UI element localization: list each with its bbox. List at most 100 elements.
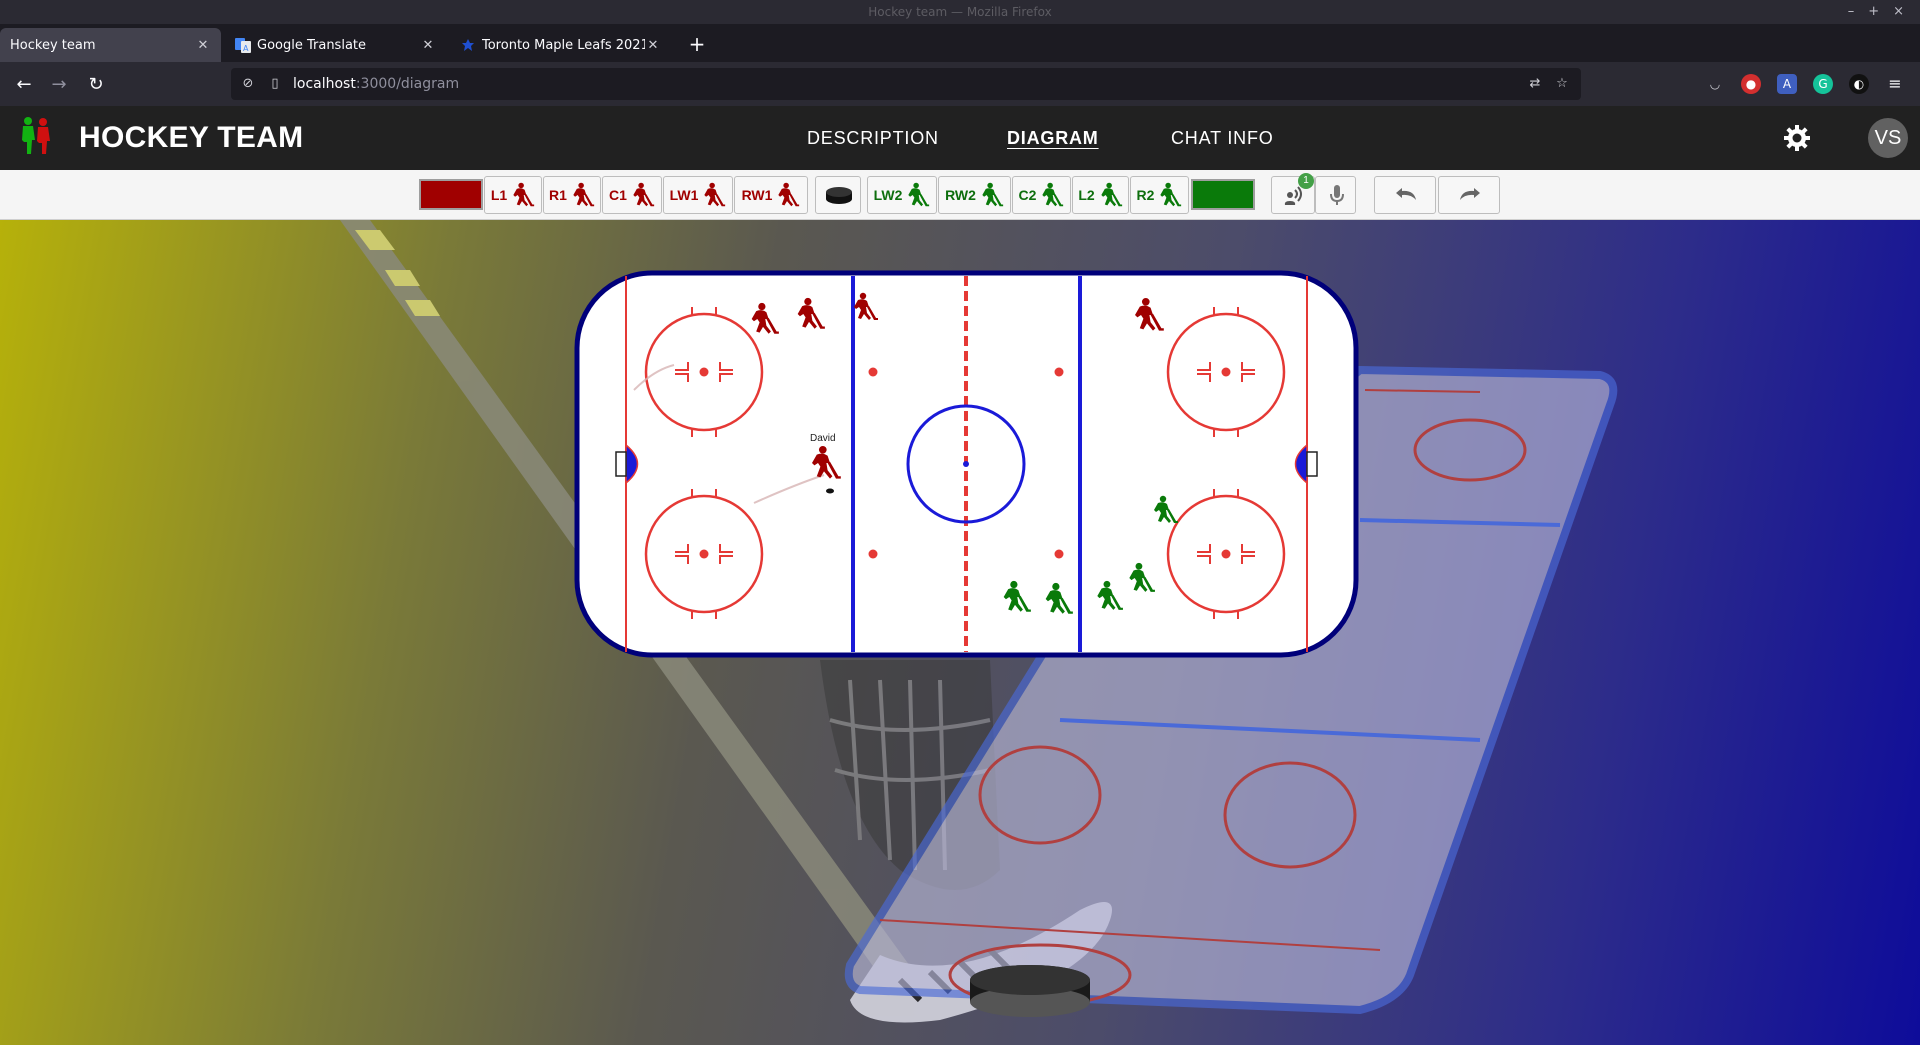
forward-arrow-icon[interactable]: →	[47, 73, 71, 97]
reload-icon[interactable]: ↻	[84, 73, 108, 97]
red-team-color-swatch[interactable]	[419, 179, 483, 210]
translate-extension-icon[interactable]: A	[1777, 74, 1797, 94]
undo-icon	[1396, 188, 1416, 200]
tab-label: Toronto Maple Leafs 2021 F	[482, 37, 645, 53]
player-label: LW2	[873, 187, 903, 203]
google-translate-icon: A	[235, 37, 251, 53]
tab-hockey-team[interactable]: Hockey team ✕	[0, 28, 221, 62]
microphone-icon	[1329, 185, 1344, 205]
green-skater-icon	[978, 182, 1004, 208]
tab-label: Google Translate	[257, 37, 367, 53]
close-icon[interactable]: ✕	[195, 38, 211, 53]
url-host: localhost	[293, 76, 356, 92]
app-title: HOCKEY TEAM	[79, 121, 304, 154]
add-player-c2-button[interactable]: C2	[1012, 176, 1071, 214]
add-player-c1-button[interactable]: C1	[602, 176, 662, 214]
translate-page-icon[interactable]: ⇄	[1527, 76, 1543, 92]
goal-net-left	[615, 451, 627, 477]
app-menu-icon[interactable]: ≡	[1885, 74, 1905, 94]
add-player-lw2-button[interactable]: LW2	[867, 176, 937, 214]
green-skater-icon	[1156, 182, 1182, 208]
url-path: :3000/diagram	[355, 76, 460, 92]
redo-button[interactable]	[1438, 176, 1500, 214]
extension-dark-icon[interactable]: ◐	[1849, 74, 1869, 94]
player-label: L1	[490, 187, 508, 203]
player-label: C2	[1018, 187, 1037, 203]
red-skater-icon	[629, 182, 655, 208]
add-player-l2-button[interactable]: L2	[1072, 176, 1129, 214]
hockey-team-logo	[22, 117, 50, 154]
player-label: L2	[1078, 187, 1095, 203]
menu-chat-info[interactable]: CHAT INFO	[1171, 106, 1274, 170]
add-player-r1-button[interactable]: R1	[543, 176, 601, 214]
player-label: C1	[609, 187, 627, 203]
back-arrow-icon[interactable]: ←	[12, 73, 36, 97]
goal-net-right	[1306, 451, 1318, 477]
page-info-icon[interactable]: ▯	[267, 76, 283, 92]
add-puck-button[interactable]	[815, 176, 861, 214]
green-skater-icon	[904, 182, 930, 208]
diagram-toolbar: L1 R1 C1 LW1 RW1 LW2 RW2 C2 L2 R2 1	[0, 170, 1920, 220]
close-window-button[interactable]: ×	[1893, 0, 1904, 24]
center-faceoff-dot	[963, 461, 969, 467]
neutral-faceoff-dot	[868, 549, 878, 559]
player-label: RW1	[741, 187, 773, 203]
tracking-protection-icon[interactable]: ⊘	[240, 76, 256, 92]
add-player-lw1-button[interactable]: LW1	[663, 176, 733, 214]
diagram-content: David	[0, 220, 1920, 1045]
add-player-rw2-button[interactable]: RW2	[938, 176, 1011, 214]
url-bar[interactable]: ⊘ ▯ localhost:3000/diagram ⇄ ☆	[231, 68, 1581, 100]
neutral-faceoff-dot	[1054, 549, 1064, 559]
redo-icon	[1460, 188, 1480, 200]
settings-gear-icon[interactable]	[1781, 122, 1813, 154]
user-avatar[interactable]: VS	[1868, 118, 1908, 158]
add-player-rw1-button[interactable]: RW1	[734, 176, 808, 214]
puck-token[interactable]	[826, 488, 834, 494]
menu-description[interactable]: DESCRIPTION	[807, 106, 939, 170]
tab-google-translate[interactable]: A Google Translate ✕	[225, 28, 446, 62]
new-tab-button[interactable]: +	[685, 32, 709, 56]
bookmark-star-icon[interactable]: ☆	[1554, 76, 1570, 92]
window-title: Hockey team — Mozilla Firefox	[868, 5, 1052, 19]
player-name-label: David	[810, 433, 836, 444]
voice-chat-button[interactable]: 1	[1271, 173, 1315, 214]
pocket-icon[interactable]: ◡	[1705, 74, 1725, 94]
red-skater-icon	[774, 182, 800, 208]
hockey-rink-diagram[interactable]: David	[574, 270, 1359, 658]
close-icon[interactable]: ✕	[420, 38, 436, 53]
puck-icon	[826, 187, 852, 204]
red-skater-icon	[509, 182, 535, 208]
green-skater-icon	[1097, 182, 1123, 208]
undo-button[interactable]	[1374, 176, 1436, 214]
player-label: R2	[1136, 187, 1155, 203]
player-label: R1	[549, 187, 567, 203]
close-icon[interactable]: ✕	[645, 38, 661, 53]
neutral-faceoff-dot	[868, 367, 878, 377]
tab-toronto-maple-leafs[interactable]: Toronto Maple Leafs 2021 F ✕	[450, 28, 671, 62]
os-titlebar: Hockey team — Mozilla Firefox – + ×	[0, 0, 1920, 24]
grammarly-icon[interactable]: G	[1813, 74, 1833, 94]
green-skater-icon	[1038, 182, 1064, 208]
microphone-button[interactable]	[1315, 176, 1356, 214]
svg-text:A: A	[243, 44, 249, 53]
app-header: HOCKEY TEAM DESCRIPTION DIAGRAM CHAT INF…	[0, 106, 1920, 170]
maple-leafs-icon	[460, 37, 476, 53]
red-skater-icon	[569, 182, 595, 208]
player-label: RW2	[945, 187, 976, 203]
navigation-bar: ← → ↻ ⊘ ▯ localhost:3000/diagram ⇄ ☆ ◡ ●…	[0, 62, 1920, 106]
red-skater-icon	[700, 182, 726, 208]
window-controls: – + ×	[1848, 0, 1904, 24]
tab-label: Hockey team	[10, 37, 96, 53]
tab-strip: Hockey team ✕ A Google Translate ✕ Toron…	[0, 24, 1920, 62]
neutral-faceoff-dot	[1054, 367, 1064, 377]
url-text: localhost:3000/diagram	[293, 68, 459, 100]
minimize-button[interactable]: –	[1848, 0, 1855, 24]
add-player-l1-button[interactable]: L1	[484, 176, 542, 214]
voice-count-badge: 1	[1298, 173, 1314, 189]
green-team-color-swatch[interactable]	[1191, 179, 1255, 210]
puck-illustration	[970, 965, 1090, 1017]
extension-red-icon[interactable]: ●	[1741, 74, 1761, 94]
add-player-r2-button[interactable]: R2	[1130, 176, 1189, 214]
menu-diagram[interactable]: DIAGRAM	[1007, 106, 1099, 170]
maximize-button[interactable]: +	[1868, 0, 1879, 24]
